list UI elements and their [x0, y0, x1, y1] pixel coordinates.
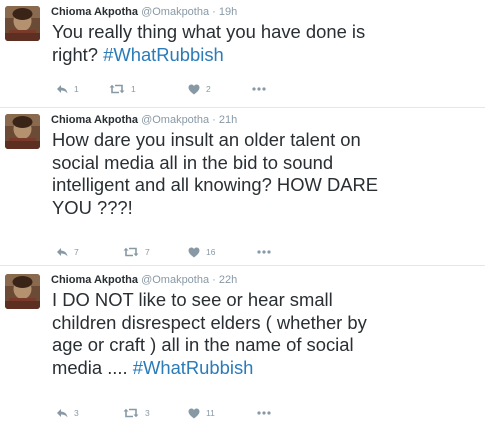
header-separator: · [212, 274, 216, 286]
like-button[interactable]: 11 [188, 406, 215, 420]
avatar-image [5, 6, 40, 41]
retweet-icon [109, 84, 125, 94]
tweet-header: Chioma Akpotha @Omakpotha · 21h [51, 114, 237, 127]
tweet-card[interactable]: Chioma Akpotha @Omakpotha · 19h You real… [0, 0, 485, 107]
author-handle[interactable]: @Omakpotha [141, 114, 209, 126]
tweet-card[interactable]: Chioma Akpotha @Omakpotha · 21h How dare… [0, 108, 485, 265]
more-icon [252, 87, 266, 91]
author-handle[interactable]: @Omakpotha [141, 6, 209, 18]
retweet-icon [123, 247, 139, 257]
reply-icon [57, 248, 68, 257]
reply-icon [57, 85, 68, 94]
tweet-text: I DO NOT like to see or hear small child… [52, 289, 482, 379]
retweet-count: 3 [145, 408, 150, 418]
heart-icon [188, 84, 200, 94]
avatar[interactable] [5, 274, 40, 309]
header-separator: · [212, 114, 216, 126]
tweet-card[interactable]: Chioma Akpotha @Omakpotha · 22h I DO NOT… [0, 266, 485, 428]
author-handle[interactable]: @Omakpotha [141, 274, 209, 286]
retweet-icon [123, 408, 139, 418]
reply-count: 7 [74, 247, 79, 257]
like-count: 16 [206, 247, 216, 257]
author-name[interactable]: Chioma Akpotha [51, 274, 138, 286]
reply-button[interactable]: 1 [56, 82, 79, 96]
reply-button[interactable]: 7 [56, 245, 79, 259]
tweet-time[interactable]: 19h [219, 6, 237, 18]
hashtag-link[interactable]: #WhatRubbish [103, 44, 224, 65]
more-button[interactable] [252, 82, 266, 96]
retweet-count: 7 [145, 247, 150, 257]
avatar-image [5, 274, 40, 309]
like-count: 2 [206, 84, 211, 94]
like-button[interactable]: 2 [188, 82, 211, 96]
reply-count: 1 [74, 84, 79, 94]
tweet-header: Chioma Akpotha @Omakpotha · 19h [51, 6, 237, 19]
reply-count: 3 [74, 408, 79, 418]
retweet-button[interactable]: 7 [123, 245, 150, 259]
heart-icon [188, 247, 200, 257]
more-button[interactable] [257, 406, 271, 420]
author-name[interactable]: Chioma Akpotha [51, 6, 138, 18]
more-icon [257, 250, 271, 254]
like-count: 11 [206, 408, 215, 418]
heart-icon [188, 408, 200, 418]
author-name[interactable]: Chioma Akpotha [51, 114, 138, 126]
avatar-image [5, 114, 40, 149]
reply-button[interactable]: 3 [56, 406, 79, 420]
tweet-time[interactable]: 21h [219, 114, 237, 126]
tweet-text: You really thing what you have done is r… [52, 21, 482, 66]
retweet-button[interactable]: 3 [123, 406, 150, 420]
retweet-button[interactable]: 1 [109, 82, 136, 96]
tweet-feed: Chioma Akpotha @Omakpotha · 19h You real… [0, 0, 485, 428]
reply-icon [57, 409, 68, 418]
avatar[interactable] [5, 114, 40, 149]
like-button[interactable]: 16 [188, 245, 215, 259]
tweet-body: How dare you insult an older talent on s… [52, 129, 379, 218]
tweet-text: How dare you insult an older talent on s… [52, 129, 482, 219]
retweet-count: 1 [131, 84, 136, 94]
header-separator: · [212, 6, 216, 18]
avatar[interactable] [5, 6, 40, 41]
more-button[interactable] [257, 245, 271, 259]
tweet-time[interactable]: 22h [219, 274, 237, 286]
tweet-header: Chioma Akpotha @Omakpotha · 22h [51, 274, 237, 287]
hashtag-link[interactable]: #WhatRubbish [133, 357, 254, 378]
more-icon [257, 411, 271, 415]
